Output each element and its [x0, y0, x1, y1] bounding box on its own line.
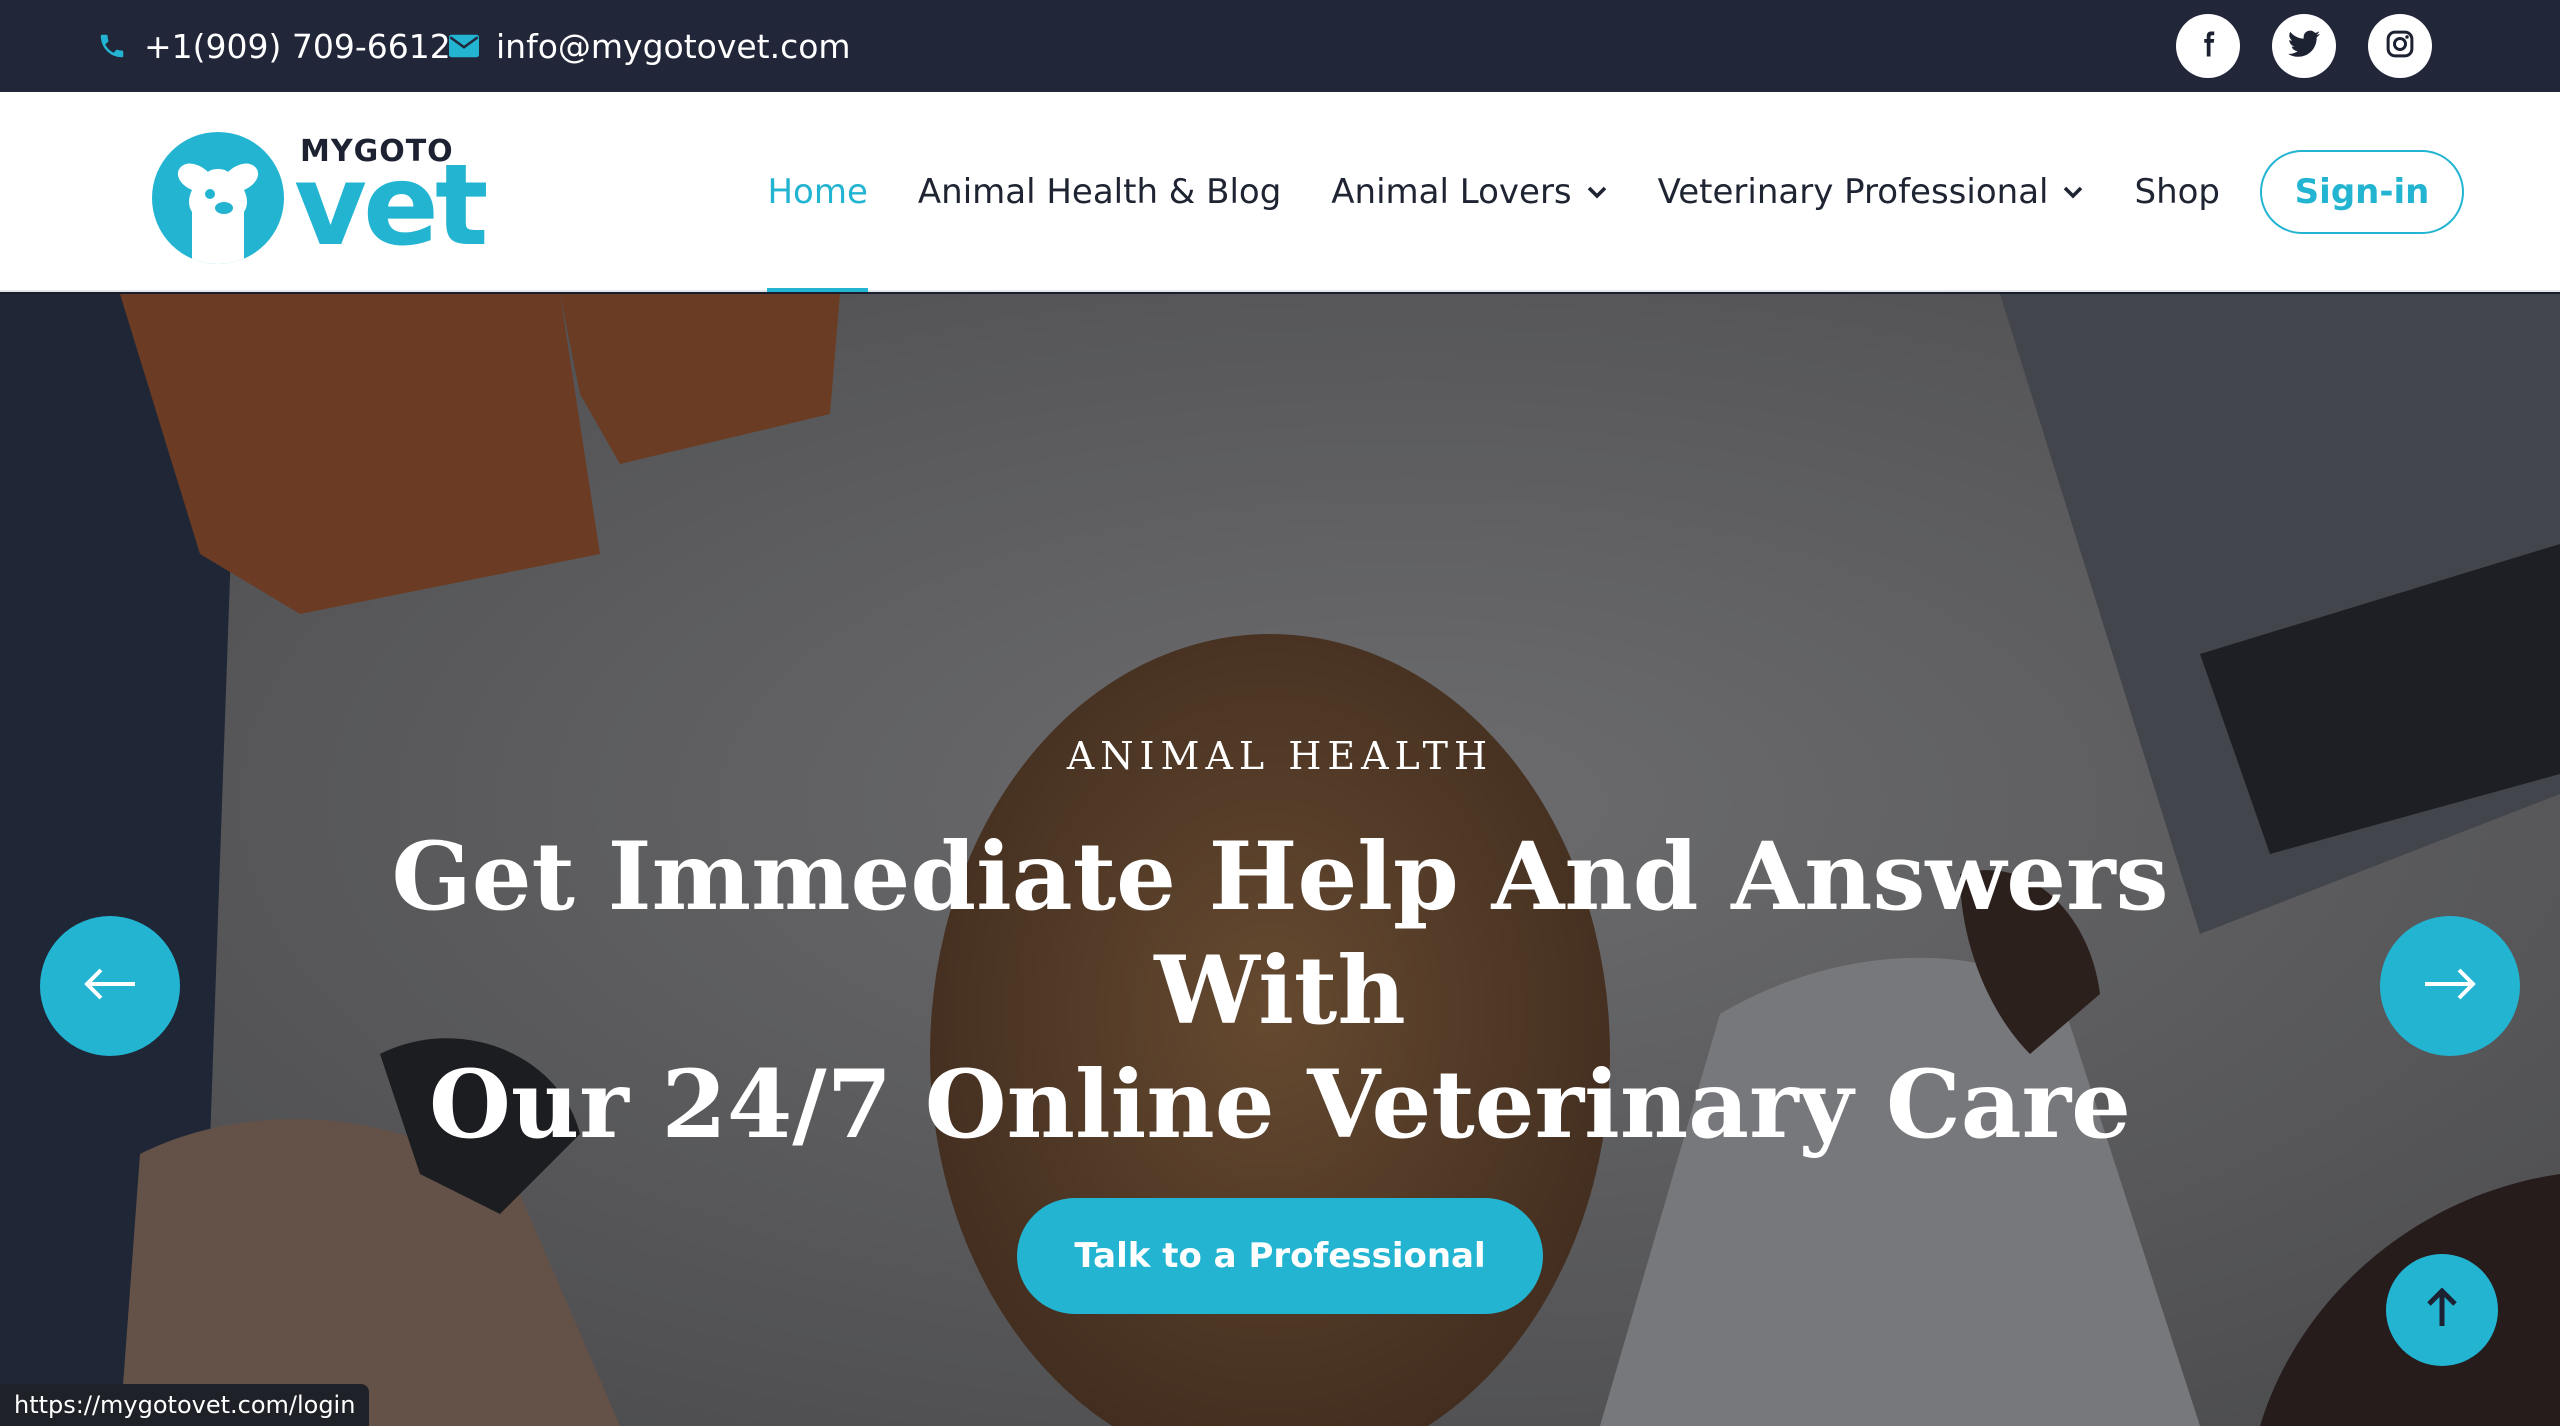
top-contact-bar: +1(909) 709-6612 info@mygotovet.com	[0, 0, 2560, 92]
email-address[interactable]: info@mygotovet.com	[496, 27, 851, 66]
nav-home-label: Home	[767, 172, 868, 212]
logo-text-vet: vet	[294, 141, 489, 271]
back-to-top-button[interactable]	[2386, 1254, 2498, 1366]
phone-contact[interactable]: +1(909) 709-6612	[96, 0, 451, 92]
nav-animal-health-blog-label: Animal Health & Blog	[917, 172, 1282, 212]
talk-to-professional-button[interactable]: Talk to a Professional	[1017, 1198, 1543, 1314]
chevron-down-icon	[1586, 185, 1608, 199]
sign-in-button[interactable]: Sign-in	[2260, 150, 2464, 234]
nav-veterinary-professional[interactable]: Veterinary Professional	[1658, 92, 2085, 292]
phone-number[interactable]: +1(909) 709-6612	[144, 27, 451, 66]
hero-eyebrow: ANIMAL HEALTH	[1066, 734, 1494, 778]
phone-icon	[96, 30, 128, 62]
arrow-left-icon	[83, 967, 137, 1005]
nav-animal-health-blog[interactable]: Animal Health & Blog	[918, 92, 1281, 292]
browser-status-url: https://mygotovet.com/login	[0, 1384, 370, 1426]
site-logo[interactable]: MYGOTO vet	[152, 120, 492, 271]
slider-prev-button[interactable]	[40, 916, 180, 1056]
nav-home[interactable]: Home	[767, 92, 869, 292]
hero-headline: Get Immediate Help And Answers With Our …	[330, 820, 2230, 1162]
facebook-link[interactable]	[2176, 14, 2240, 78]
nav-veterinary-professional-label: Veterinary Professional	[1657, 172, 2049, 212]
primary-menu: Home Animal Health & Blog Animal Lovers …	[717, 92, 2220, 292]
chevron-down-icon	[2062, 185, 2084, 199]
twitter-icon	[2288, 30, 2320, 62]
hero-content: ANIMAL HEALTH Get Immediate Help And Ans…	[0, 294, 2560, 1426]
main-navbar: MYGOTO vet Home Animal Health & Blog Ani…	[0, 92, 2560, 292]
nav-animal-lovers-label: Animal Lovers	[1331, 172, 1572, 212]
social-links	[2176, 14, 2432, 78]
arrow-up-icon	[2425, 1287, 2459, 1332]
envelope-icon	[448, 30, 480, 62]
facebook-icon	[2193, 29, 2223, 63]
nav-shop-label: Shop	[2134, 172, 2220, 212]
nav-shop[interactable]: Shop	[2134, 92, 2220, 292]
instagram-icon	[2385, 29, 2415, 63]
instagram-link[interactable]	[2368, 14, 2432, 78]
slider-next-button[interactable]	[2380, 916, 2520, 1056]
dog-logo-icon	[152, 132, 284, 264]
hero-headline-line-2: Our 24/7 Online Veterinary Care	[428, 1050, 2131, 1160]
email-contact[interactable]: info@mygotovet.com	[448, 0, 851, 92]
hero-headline-line-1: Get Immediate Help And Answers With	[391, 822, 2169, 1046]
arrow-right-icon	[2423, 967, 2477, 1005]
twitter-link[interactable]	[2272, 14, 2336, 78]
nav-animal-lovers[interactable]: Animal Lovers	[1331, 92, 1607, 292]
hero-slider: ANIMAL HEALTH Get Immediate Help And Ans…	[0, 294, 2560, 1426]
